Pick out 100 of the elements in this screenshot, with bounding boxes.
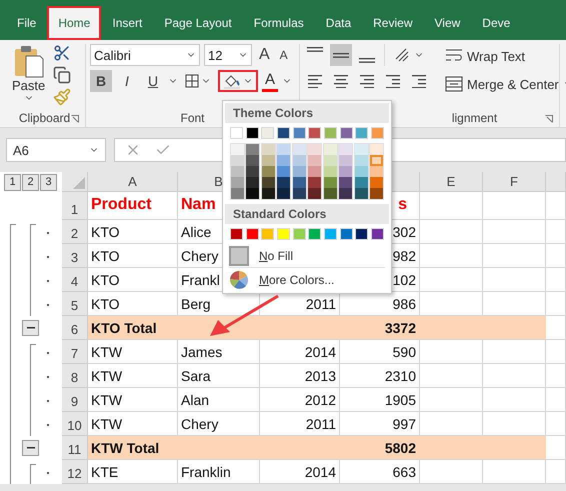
color-swatch[interactable] xyxy=(277,166,290,177)
color-swatch[interactable] xyxy=(308,177,322,188)
color-swatch[interactable] xyxy=(324,127,337,139)
color-swatch[interactable] xyxy=(308,228,322,240)
color-swatch[interactable] xyxy=(230,127,243,139)
outline-level-button[interactable]: 2 xyxy=(22,174,39,190)
color-swatch[interactable] xyxy=(324,144,337,155)
color-swatch[interactable] xyxy=(355,228,368,240)
color-swatch[interactable] xyxy=(277,155,290,166)
color-swatch[interactable] xyxy=(339,166,352,177)
color-swatch[interactable] xyxy=(324,166,337,177)
ribbon-tab[interactable]: View xyxy=(424,6,472,40)
no-fill-swatch[interactable] xyxy=(229,246,249,266)
column-header[interactable]: F xyxy=(483,172,546,192)
row-header[interactable]: 9 xyxy=(62,388,88,412)
font-color-button[interactable]: A xyxy=(262,70,278,92)
color-swatch[interactable] xyxy=(277,144,290,155)
color-swatch[interactable] xyxy=(262,155,275,166)
ribbon-tab[interactable]: Home xyxy=(47,6,102,40)
no-fill-item[interactable]: No Fill xyxy=(259,248,294,262)
color-swatch[interactable] xyxy=(370,166,383,177)
row-header[interactable]: 8 xyxy=(62,364,88,388)
color-swatch[interactable] xyxy=(262,144,275,155)
wrap-text-button[interactable]: Wrap Text xyxy=(442,44,566,68)
color-swatch[interactable] xyxy=(308,127,322,139)
row-header[interactable]: 11 xyxy=(62,436,88,460)
color-swatch[interactable] xyxy=(324,228,337,240)
color-swatch[interactable] xyxy=(339,155,352,166)
color-swatch[interactable] xyxy=(231,166,244,177)
color-swatch[interactable] xyxy=(277,188,290,199)
color-swatch[interactable] xyxy=(246,144,260,155)
color-swatch[interactable] xyxy=(261,127,274,139)
color-swatch[interactable] xyxy=(231,188,244,199)
color-swatch[interactable] xyxy=(308,188,322,199)
color-swatch[interactable] xyxy=(231,177,244,188)
color-swatch[interactable] xyxy=(354,155,368,166)
color-swatch[interactable] xyxy=(354,166,368,177)
row-header[interactable]: 1 xyxy=(62,192,88,220)
ribbon-tab[interactable]: Page Layout xyxy=(153,6,243,40)
paste-button[interactable]: Paste xyxy=(8,44,50,109)
color-swatch[interactable] xyxy=(292,228,306,240)
merge-center-button[interactable]: Merge & Center xyxy=(442,72,566,96)
color-swatch[interactable] xyxy=(246,188,260,199)
color-swatch[interactable] xyxy=(354,144,368,155)
collapse-button[interactable] xyxy=(22,440,39,456)
color-swatch[interactable] xyxy=(246,155,260,166)
color-swatch[interactable] xyxy=(339,144,352,155)
color-swatch[interactable] xyxy=(231,144,244,155)
color-swatch[interactable] xyxy=(308,144,322,155)
row-header[interactable]: 10 xyxy=(62,412,88,436)
ribbon-tab[interactable]: Insert xyxy=(101,6,154,40)
font-name-field[interactable]: Calibri xyxy=(90,44,200,66)
vertical-align-button[interactable] xyxy=(330,44,352,66)
color-swatch[interactable] xyxy=(292,127,306,139)
launcher-icon[interactable] xyxy=(545,115,553,123)
row-header[interactable]: 3 xyxy=(62,244,88,268)
column-header[interactable]: A xyxy=(88,172,178,192)
color-swatch[interactable] xyxy=(292,188,306,199)
color-swatch[interactable] xyxy=(324,188,337,199)
underline-button[interactable]: U xyxy=(142,70,164,92)
color-swatch[interactable] xyxy=(246,127,259,139)
color-swatch[interactable] xyxy=(370,228,384,240)
color-swatch[interactable] xyxy=(246,166,260,177)
italic-button[interactable]: I xyxy=(116,70,138,92)
color-swatch[interactable] xyxy=(292,144,306,155)
font-size-field[interactable]: 12 xyxy=(204,44,252,66)
color-swatch[interactable] xyxy=(340,127,353,139)
ribbon-tab[interactable]: File xyxy=(6,6,48,40)
color-swatch[interactable] xyxy=(276,228,290,240)
color-swatch[interactable] xyxy=(339,177,352,188)
grow-font-button[interactable]: A xyxy=(256,44,273,66)
color-swatch[interactable] xyxy=(324,155,337,166)
ribbon-tab[interactable]: Formulas xyxy=(242,6,315,40)
color-swatch[interactable] xyxy=(339,188,352,199)
shrink-font-button[interactable]: A xyxy=(276,44,291,66)
row-header[interactable]: 5 xyxy=(62,292,88,316)
ribbon-tab[interactable]: Deve xyxy=(471,6,522,40)
color-swatch[interactable] xyxy=(230,228,243,240)
color-swatch[interactable] xyxy=(261,228,274,240)
color-swatch[interactable] xyxy=(355,127,368,139)
color-swatch[interactable] xyxy=(370,177,383,188)
color-swatch[interactable] xyxy=(277,177,290,188)
outline-level-button[interactable]: 1 xyxy=(4,174,21,190)
select-all-corner[interactable] xyxy=(62,172,88,192)
launcher-icon[interactable] xyxy=(71,115,79,123)
color-swatch[interactable] xyxy=(370,127,384,139)
color-swatch[interactable] xyxy=(262,177,275,188)
row-header[interactable]: 12 xyxy=(62,460,88,484)
more-colors-item[interactable]: More Colors... xyxy=(259,272,334,286)
cut-icon[interactable] xyxy=(53,44,72,62)
row-header[interactable]: 2 xyxy=(62,220,88,244)
name-box[interactable]: A6 xyxy=(6,138,106,162)
fill-color-button[interactable] xyxy=(218,70,258,92)
color-swatch[interactable] xyxy=(246,177,260,188)
color-swatch[interactable] xyxy=(292,166,306,177)
outline-level-button[interactable]: 3 xyxy=(40,174,57,190)
row-header[interactable]: 6 xyxy=(62,316,88,340)
color-swatch[interactable] xyxy=(276,127,290,139)
color-swatch[interactable] xyxy=(370,188,383,199)
color-swatch[interactable] xyxy=(308,166,322,177)
